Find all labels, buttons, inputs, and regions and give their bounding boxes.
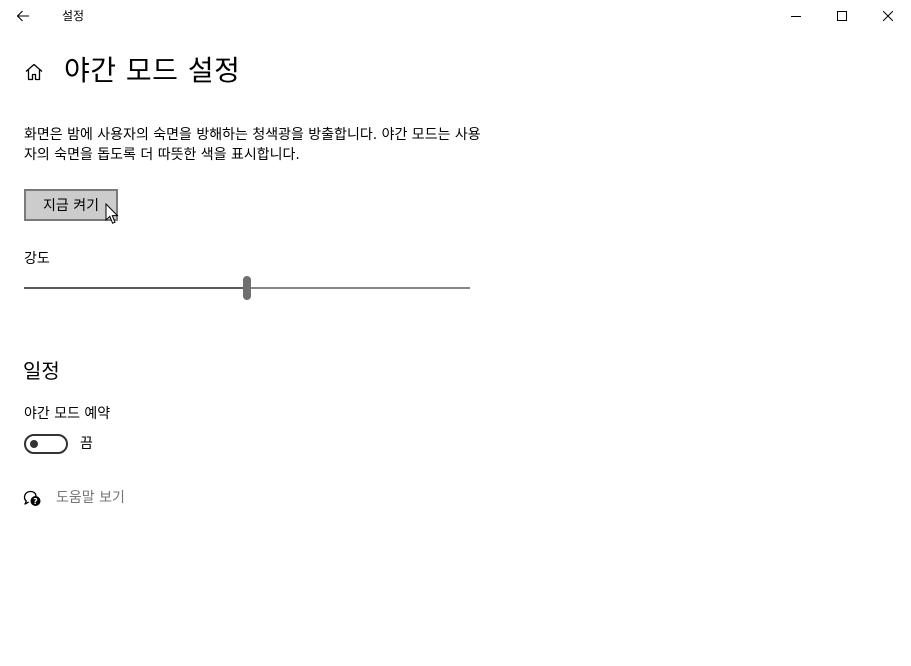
toggle-knob bbox=[30, 440, 38, 448]
strength-slider[interactable] bbox=[24, 274, 470, 302]
schedule-night-light-label: 야간 모드 예약 bbox=[24, 406, 111, 422]
home-button[interactable] bbox=[22, 60, 46, 84]
app-title: 설정 bbox=[62, 9, 85, 23]
toggle-state-text: 끔 bbox=[80, 436, 93, 452]
svg-text:?: ? bbox=[33, 497, 38, 506]
maximize-icon bbox=[837, 11, 847, 21]
close-icon bbox=[883, 11, 893, 21]
home-icon bbox=[25, 63, 43, 81]
description-text: 화면은 밤에 사용자의 숙면을 방해하는 청색광을 방출합니다. 야간 모드는 … bbox=[24, 127, 481, 163]
back-arrow-icon bbox=[16, 10, 29, 22]
minimize-button[interactable] bbox=[773, 0, 819, 32]
schedule-toggle[interactable] bbox=[24, 434, 68, 454]
title-bar: 설정 bbox=[0, 0, 911, 32]
close-button[interactable] bbox=[865, 0, 911, 32]
minimize-icon bbox=[791, 16, 801, 17]
page-title: 야간 모드 설정 bbox=[64, 54, 241, 87]
help-chat-icon[interactable]: ? bbox=[22, 488, 42, 508]
get-help-link[interactable]: 도움말 보기 bbox=[56, 488, 125, 508]
strength-label: 강도 bbox=[24, 251, 50, 267]
maximize-button[interactable] bbox=[819, 0, 865, 32]
slider-fill bbox=[24, 287, 247, 289]
back-button[interactable] bbox=[0, 0, 46, 32]
slider-thumb[interactable] bbox=[243, 276, 251, 300]
schedule-heading: 일정 bbox=[23, 359, 60, 383]
turn-on-now-button[interactable]: 지금 켜기 bbox=[24, 189, 118, 221]
